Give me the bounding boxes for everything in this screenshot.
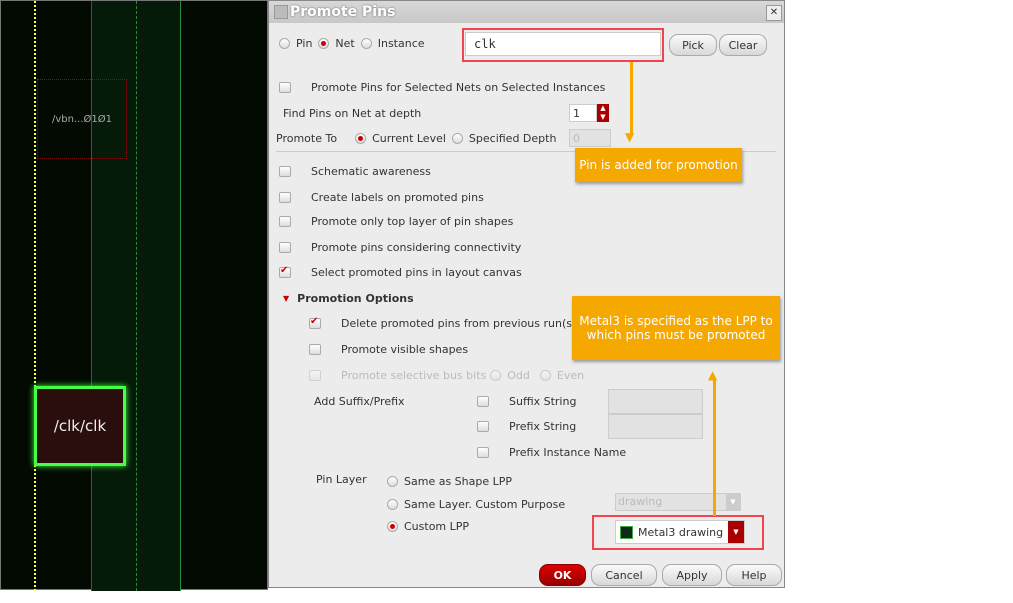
radio-pin[interactable]: [279, 38, 290, 49]
triangle-down-icon: ▼: [283, 294, 290, 303]
cancel-button[interactable]: Cancel: [591, 564, 657, 586]
suffix-string-input[interactable]: [608, 389, 703, 414]
same-layer-label: Same Layer. Custom Purpose: [404, 498, 566, 511]
add-suffix-prefix-label: Add Suffix/Prefix: [314, 395, 405, 408]
clk-label: /clk/clk: [53, 417, 107, 435]
select-promoted-checkbox[interactable]: [279, 265, 291, 278]
callout-pin-added: Pin is added for promotion: [575, 148, 742, 182]
promote-visible-checkbox[interactable]: [309, 344, 321, 355]
radio-net[interactable]: [318, 38, 330, 49]
same-shape-label: Same as Shape LPP: [404, 475, 513, 488]
selective-bus-label: Promote selective bus bits: [341, 369, 487, 382]
current-level-label: Current Level: [372, 132, 446, 145]
delete-previous-label: Delete promoted pins from previous run(s…: [341, 317, 577, 330]
find-depth-label: Find Pins on Net at depth: [283, 107, 422, 120]
option-label: Promote only top layer of pin shapes: [311, 215, 514, 228]
promote-to-label: Promote To: [276, 132, 338, 145]
option-label: Select promoted pins in layout canvas: [311, 266, 522, 279]
specified-depth-label: Specified Depth: [468, 132, 557, 145]
depth-spinner-arrows-icon[interactable]: ▲ ▼: [597, 104, 609, 122]
prefix-instance-checkbox[interactable]: [477, 447, 489, 458]
net-input-highlight: [462, 28, 664, 62]
ok-button[interactable]: OK: [539, 564, 586, 586]
arrow-line: [630, 62, 633, 136]
custom-lpp-label: Custom LPP: [404, 520, 470, 533]
chevron-down-icon: ▼: [726, 494, 740, 510]
arrow-down-icon: ▼: [625, 130, 635, 144]
pick-button[interactable]: Pick: [669, 34, 717, 56]
delete-previous-checkbox[interactable]: [309, 316, 321, 329]
promote-visible-label: Promote visible shapes: [341, 343, 469, 356]
vbn-pin-shape[interactable]: /vbn...Ø1Ø1: [37, 79, 127, 159]
prefix-string-input[interactable]: [608, 414, 703, 439]
schematic-awareness-checkbox[interactable]: [279, 166, 291, 177]
specified-depth-spinbox[interactable]: 0: [569, 129, 611, 147]
radio-custom-lpp[interactable]: [387, 521, 398, 532]
promote-selected-label: Promote Pins for Selected Nets on Select…: [311, 81, 606, 94]
radio-even[interactable]: [539, 370, 551, 381]
dialog-title: Promote Pins: [290, 4, 396, 20]
purpose-value: drawing: [618, 495, 663, 508]
prefix-string-checkbox[interactable]: [477, 421, 489, 432]
radio-current-level[interactable]: [355, 133, 367, 144]
arrow-line: [713, 378, 716, 516]
selective-bus-checkbox[interactable]: [309, 370, 321, 381]
purpose-dropdown[interactable]: drawing ▼: [615, 493, 741, 511]
clear-button[interactable]: Clear: [719, 34, 767, 56]
radio-same-shape[interactable]: [387, 476, 398, 487]
radio-pin-label: Pin: [296, 37, 313, 50]
callout-metal3: Metal3 is specified as the LPP to which …: [572, 296, 780, 360]
help-button[interactable]: Help: [726, 564, 782, 586]
option-label: Schematic awareness: [311, 165, 431, 178]
promote-pins-dialog: Promote Pins ✕ Pin Net Instance clk Pick…: [268, 0, 785, 588]
pin-layer-label: Pin Layer: [316, 473, 367, 486]
connectivity-checkbox[interactable]: [279, 242, 291, 253]
top-layer-checkbox[interactable]: [279, 216, 291, 227]
suffix-string-label: Suffix String: [509, 395, 577, 408]
option-label: Create labels on promoted pins: [311, 191, 484, 204]
suffix-string-checkbox[interactable]: [477, 396, 489, 407]
radio-same-layer[interactable]: [387, 499, 398, 510]
promote-selected-checkbox[interactable]: [279, 82, 291, 93]
vbn-label: /vbn...Ø1Ø1: [52, 113, 112, 125]
even-label: Even: [556, 369, 585, 382]
title-bar[interactable]: Promote Pins ✕: [269, 1, 784, 23]
promotion-options-label: Promotion Options: [297, 292, 414, 305]
lpp-highlight: [592, 515, 764, 550]
promotion-options-toggle[interactable]: ▼ Promotion Options: [283, 292, 414, 305]
prefix-string-label: Prefix String: [509, 420, 577, 433]
radio-specified-depth[interactable]: [451, 133, 463, 144]
odd-label: Odd: [507, 369, 530, 382]
radio-net-label: Net: [335, 37, 355, 50]
find-depth-spinbox[interactable]: 1: [569, 104, 597, 122]
clk-pin-shape[interactable]: /clk/clk: [34, 386, 126, 466]
center-line: [136, 1, 137, 591]
option-label: Promote pins considering connectivity: [311, 241, 522, 254]
apply-button[interactable]: Apply: [662, 564, 722, 586]
arrow-up-icon: ▲: [708, 368, 718, 382]
layout-canvas[interactable]: /vbn...Ø1Ø1 /clk/clk: [0, 0, 268, 591]
create-labels-checkbox[interactable]: [279, 192, 291, 203]
radio-instance-label: Instance: [377, 37, 425, 50]
close-button[interactable]: ✕: [766, 5, 782, 21]
radio-instance[interactable]: [360, 38, 372, 49]
window-menu-icon[interactable]: [274, 5, 288, 19]
prefix-instance-label: Prefix Instance Name: [509, 446, 627, 459]
radio-odd[interactable]: [490, 370, 502, 381]
